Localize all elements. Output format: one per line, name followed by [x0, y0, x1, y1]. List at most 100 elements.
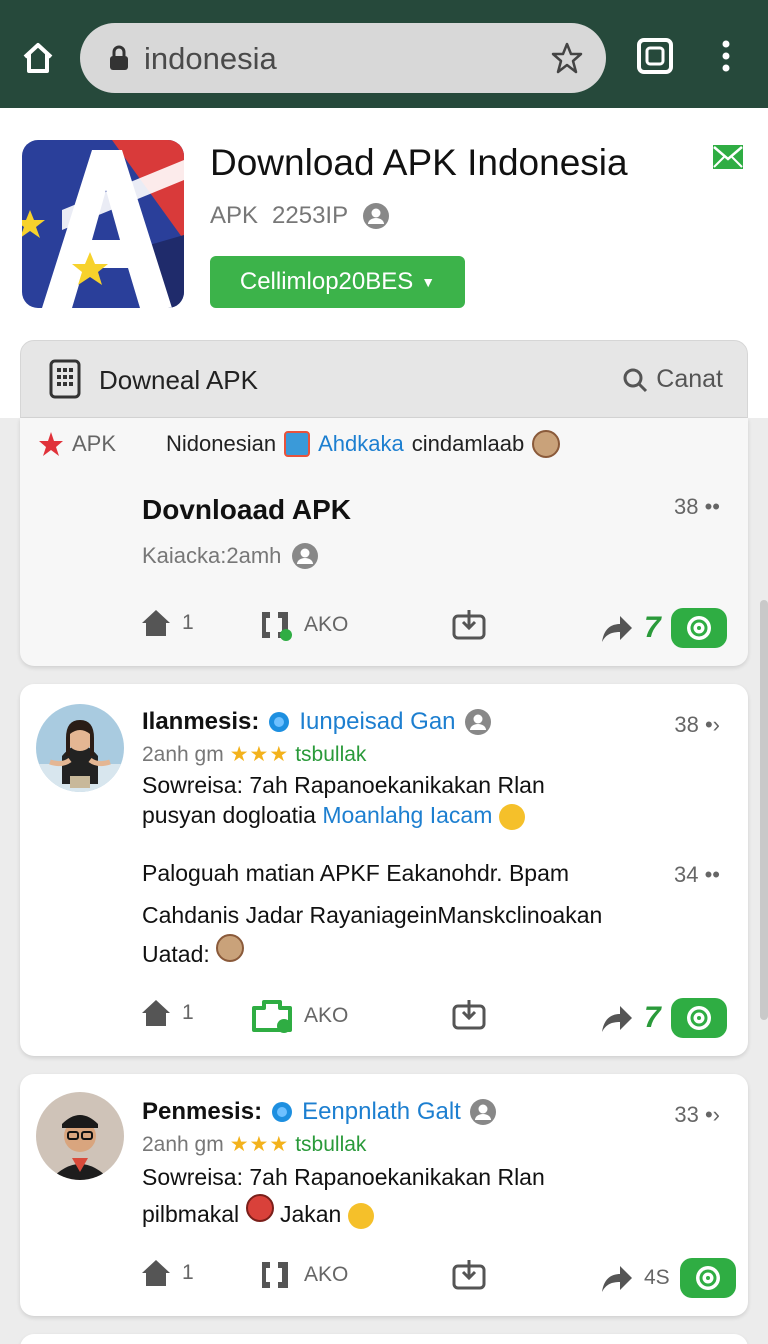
app-meta-value: 2253IP	[272, 202, 349, 229]
post-title[interactable]: Dovnloaad APK	[142, 494, 351, 526]
flag-avatar-icon	[284, 431, 311, 457]
tag-text: Nidonesian	[166, 431, 277, 456]
app-logo[interactable]	[22, 140, 184, 308]
menu-icon[interactable]	[716, 38, 736, 76]
tabs-icon[interactable]	[636, 37, 674, 75]
meta-tag[interactable]: tsbullak	[295, 1133, 366, 1157]
download-box-icon	[452, 1260, 486, 1290]
post-body-line: Sowreisa: 7ah Rapanoekanikakan Rlan	[142, 1164, 545, 1190]
post-count[interactable]: 33 •›	[674, 1102, 720, 1128]
post-count-value: 33	[674, 1102, 699, 1127]
repost-button[interactable]: AKO	[250, 998, 348, 1034]
section-search-button[interactable]: Canat	[622, 365, 723, 394]
home-like-icon	[142, 610, 170, 636]
post-body-line: Sowreisa: 7ah Rapanoekanikakan Rlan	[142, 772, 545, 798]
post-count[interactable]: 34 ••	[674, 862, 720, 888]
share-button[interactable]: 4S	[600, 1258, 736, 1298]
repost-icon	[262, 612, 292, 641]
chevron-down-icon: ▼	[421, 274, 436, 290]
action-row: 1 AKO 7	[140, 998, 730, 1038]
post-count[interactable]: 38 •›	[674, 712, 720, 738]
post-time: 2anh gm	[142, 742, 224, 766]
share-count: 7	[644, 611, 661, 644]
post-count[interactable]: 38 ••	[674, 494, 720, 520]
author-handle[interactable]: Iunpeisad Gan	[299, 708, 455, 736]
post-body-text: pusyan dogloatia	[142, 802, 316, 828]
post-count-value: 34	[673, 862, 699, 887]
author-name[interactable]: Penmesis:	[142, 1098, 262, 1126]
whatsapp-icon[interactable]	[670, 998, 727, 1038]
author-handle[interactable]: Eenpnlath Galt	[302, 1098, 461, 1126]
user-icon	[469, 1099, 496, 1125]
home-like-icon	[142, 1260, 170, 1286]
star-icon	[39, 432, 63, 456]
app-meta: APK 2253IP	[210, 202, 390, 230]
post-body-line: Uatad:	[142, 934, 245, 968]
post-card[interactable]: APK Nidonesian Ahdkakа cindamlaab Dovnlo…	[20, 418, 748, 666]
tag-tail: cindamlaab	[411, 431, 525, 456]
emoji-icon	[498, 803, 525, 830]
post-tagline: APK Nidonesian Ahdkakа cindamlaab	[38, 430, 561, 458]
url-bar[interactable]: indonesia	[80, 23, 606, 93]
post-body-line: Paloguah matian APKF Eakanohdr. Bpam	[142, 860, 570, 886]
mail-icon[interactable]	[712, 144, 744, 175]
share-count: 7	[644, 1001, 661, 1034]
download-button[interactable]	[452, 998, 486, 1030]
share-arrow-icon	[602, 1266, 632, 1292]
post-body-line: pusyan dogloatia Moanlahg Iacam	[142, 802, 525, 830]
download-button[interactable]	[452, 1258, 486, 1290]
post-body-link[interactable]: Moanlahg Iacam	[322, 802, 492, 828]
user-icon	[363, 203, 390, 229]
chevron-right-icon: •›	[704, 712, 720, 737]
repost-button[interactable]: AKO	[256, 608, 348, 642]
install-button-label: Cellimlop20BES	[239, 268, 414, 295]
avatar[interactable]	[36, 1092, 124, 1180]
post-body-line: pilbmakal Jakan	[142, 1194, 374, 1229]
like-button[interactable]: 1	[140, 1258, 194, 1288]
post-card[interactable]: Penmesis: Eenpnlath Galt 33 •› 2anh gm ★…	[20, 1074, 748, 1316]
apk-file-icon	[49, 359, 81, 404]
share-count: 4S	[644, 1266, 670, 1289]
author-line: Ilanmesis: Iunpeisad Gan	[142, 708, 492, 736]
post-card[interactable]: Ilanmesis: Iunpeisad Gan 38 •› 2anh gm ★…	[20, 684, 748, 1056]
repost-count: AKO	[304, 613, 349, 636]
post-count-value: 38	[674, 712, 699, 737]
share-arrow-icon	[602, 1006, 632, 1032]
avatar	[245, 1194, 274, 1222]
like-button[interactable]: 1	[140, 608, 194, 638]
home-icon[interactable]	[18, 38, 58, 78]
like-count: 1	[182, 611, 194, 634]
meta-tag[interactable]: tsbullak	[295, 743, 366, 767]
rating-stars: ★★★	[229, 1133, 290, 1156]
whatsapp-icon[interactable]	[679, 1258, 736, 1298]
share-button[interactable]: 7	[600, 608, 727, 648]
user-icon	[464, 709, 491, 735]
share-button[interactable]: 7	[600, 998, 727, 1038]
avatar	[532, 430, 561, 458]
whatsapp-icon[interactable]	[670, 608, 727, 648]
like-button[interactable]: 1	[140, 998, 194, 1028]
repost-icon	[252, 1000, 292, 1033]
install-button[interactable]: Cellimlop20BES ▼	[210, 256, 465, 308]
app-meta-label: APK	[210, 202, 259, 229]
post-card[interactable]	[20, 1334, 748, 1344]
verified-badge-icon	[269, 712, 290, 732]
download-button[interactable]	[452, 608, 486, 640]
post-body-tail: Jakan	[279, 1201, 342, 1227]
like-count: 1	[182, 1001, 194, 1024]
section-search-label: Canat	[656, 365, 723, 393]
author-name[interactable]: Ilanmesis:	[142, 708, 259, 736]
repost-button[interactable]: AKO	[256, 1258, 348, 1292]
avatar	[216, 934, 245, 962]
bookmark-star-icon[interactable]	[550, 41, 584, 80]
chevron-right-icon: •›	[704, 1102, 720, 1127]
avatar[interactable]	[36, 704, 124, 792]
app-title: Download APK Indonesia	[210, 142, 628, 183]
search-icon	[623, 368, 648, 392]
url-text[interactable]: indonesia	[144, 41, 277, 77]
scrollbar[interactable]	[760, 600, 768, 1020]
post-subtitle-text: Kaiacka:2amh	[142, 543, 282, 568]
verified-badge-icon	[272, 1102, 293, 1122]
post-meta: 2anh gm ★★★ tsbullak	[142, 742, 366, 767]
tag-link[interactable]: Ahdkakа	[318, 431, 404, 457]
